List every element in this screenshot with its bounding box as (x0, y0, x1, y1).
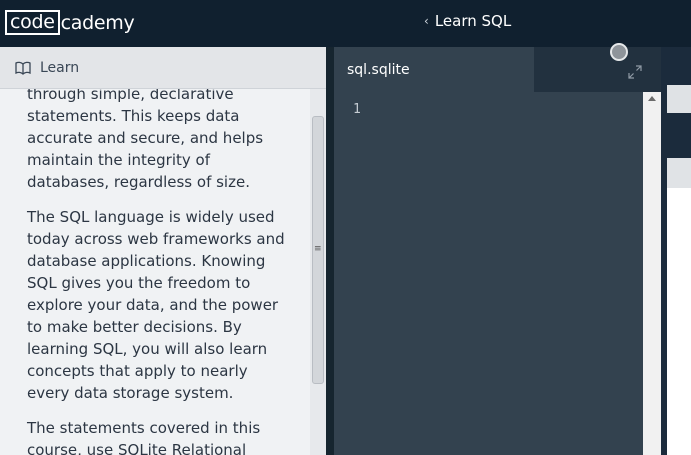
learn-tab-label: Learn (40, 59, 80, 76)
top-nav-bar: code cademy ‹ Learn SQL (0, 0, 691, 47)
logo-code: code (5, 10, 60, 35)
course-title-link[interactable]: ‹ Learn SQL (424, 12, 511, 30)
learn-tab[interactable]: Learn (0, 47, 326, 89)
panel-resize-handle[interactable] (326, 47, 334, 455)
grip-icon: ≡ (314, 244, 322, 254)
scroll-up-arrow-icon[interactable] (648, 96, 656, 101)
lesson-content: through simple, declarative statements. … (0, 89, 310, 455)
logo-cademy: cademy (60, 11, 135, 34)
mouse-cursor (610, 43, 628, 61)
code-editor[interactable] (334, 92, 644, 455)
line-number: 1 (353, 102, 361, 117)
lesson-paragraph: The statements covered in this course, u… (27, 419, 261, 455)
course-title: Learn SQL (434, 12, 512, 30)
right-panel-subheader (667, 158, 691, 188)
right-panel-output (667, 188, 691, 455)
editor-file-name: sql.sqlite (347, 61, 410, 78)
right-panel-header (667, 85, 691, 113)
codecademy-logo[interactable]: code cademy (5, 9, 135, 36)
chevron-left-icon: ‹ (424, 14, 429, 28)
lesson-paragraph: The SQL language is widely used today ac… (27, 208, 285, 402)
editor-file-tab[interactable]: sql.sqlite (334, 47, 534, 92)
lesson-text: through simple, declarative statements. … (27, 89, 287, 455)
lesson-paragraph: through simple, declarative statements. … (27, 89, 264, 191)
editor-scrollbar[interactable] (643, 92, 661, 455)
book-icon (15, 61, 31, 75)
expand-icon[interactable] (628, 65, 642, 79)
right-panel-toolbar (667, 113, 691, 158)
